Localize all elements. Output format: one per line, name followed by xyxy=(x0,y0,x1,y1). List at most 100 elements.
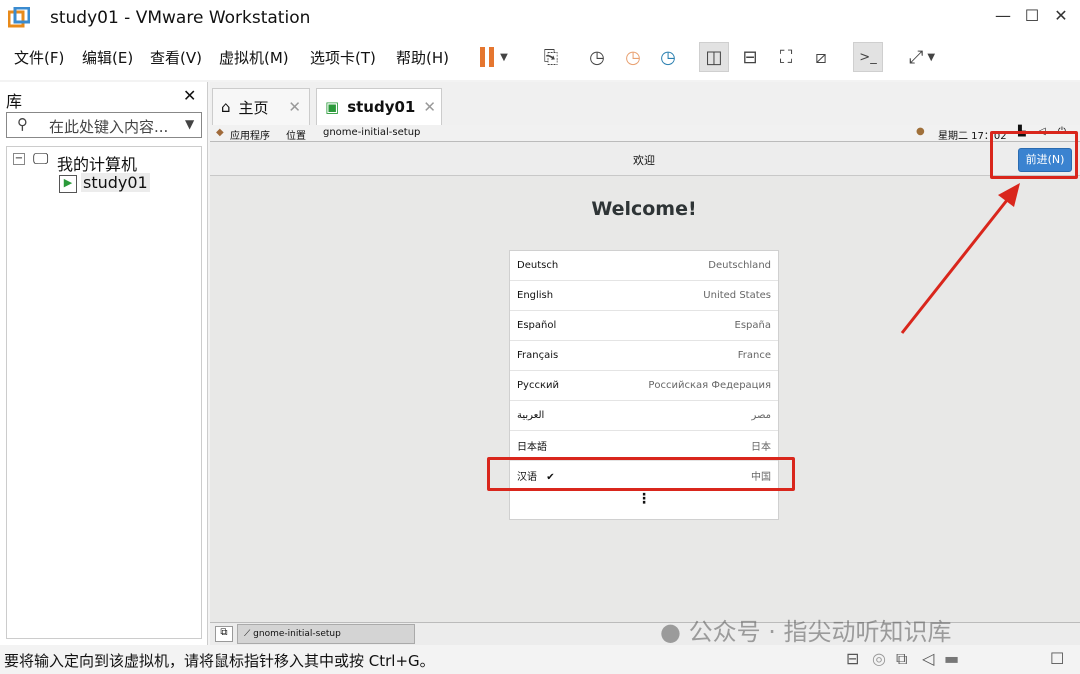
pause-button[interactable]: ▼ xyxy=(472,42,516,72)
chevron-down-icon[interactable]: ▼ xyxy=(185,117,194,131)
terminal-icon: >_ xyxy=(859,49,877,65)
chevron-down-icon: ▼ xyxy=(927,51,936,63)
menu-tabs[interactable]: 选项卡(T) xyxy=(310,47,376,68)
message-icon[interactable]: ☐ xyxy=(1050,649,1064,668)
language-region: Deutschland xyxy=(708,260,771,271)
language-row[interactable]: Deutsch Deutschland xyxy=(510,251,778,281)
tab-close-button[interactable]: ✕ xyxy=(423,98,436,116)
thumbnail-bar-button[interactable]: ⊟ xyxy=(735,42,765,72)
menu-vm[interactable]: 虚拟机(M) xyxy=(219,47,289,68)
search-placeholder: 在此处键入内容... xyxy=(49,118,169,136)
tab-close-button[interactable]: ✕ xyxy=(288,98,301,116)
language-row[interactable]: Español España xyxy=(510,311,778,341)
send-ctrl-alt-del-button[interactable]: ⎘ xyxy=(536,42,566,72)
highlight-box xyxy=(487,457,795,491)
tab-bar: ⌂ 主页 ✕ ▣ study01 ✕ xyxy=(210,82,1080,125)
snapshot-manager-button[interactable]: ◷ xyxy=(653,42,683,72)
computer-icon: 🖵 xyxy=(33,149,49,168)
stretch-button[interactable]: ⤢ ▼ xyxy=(900,42,944,72)
places-menu[interactable]: 位置 xyxy=(286,127,306,142)
watermark-text: 公众号 · 指尖动听知识库 xyxy=(688,618,952,646)
taskbar-item-label: gnome-initial-setup xyxy=(253,629,341,639)
show-desktop-icon[interactable]: ⧉ xyxy=(215,626,233,642)
library-title: 库 xyxy=(6,92,23,111)
language-name: العربية xyxy=(517,410,545,421)
taskbar-item[interactable]: ⟋ gnome-initial-setup xyxy=(237,624,415,644)
language-row[interactable]: English United States xyxy=(510,281,778,311)
hard-disk-icon[interactable]: ⊟ xyxy=(846,649,859,668)
language-name: English xyxy=(517,290,554,301)
vm-console[interactable]: ◆ 应用程序 位置 gnome-initial-setup ● 星期二 17：0… xyxy=(210,125,1080,622)
menu-toolbar: 文件(F) 编辑(E) 查看(V) 虚拟机(M) 选项卡(T) 帮助(H) ▼ … xyxy=(0,36,1080,80)
language-name: Español xyxy=(517,320,557,331)
fullscreen-button[interactable]: ⛶ xyxy=(771,42,801,72)
language-region: 日本 xyxy=(751,442,771,453)
apps-icon: ◆ xyxy=(216,127,224,138)
unity-icon: ⧄ xyxy=(815,46,827,68)
language-region: Российская Федерация xyxy=(648,380,771,391)
thumbnail-icon: ⊟ xyxy=(742,46,758,68)
menu-view[interactable]: 查看(V) xyxy=(150,47,202,68)
menu-edit[interactable]: 编辑(E) xyxy=(82,47,133,68)
library-panel: 库 ✕ ⚲ 在此处键入内容... ▼ − 🖵 我的计算机 ▶ study01 xyxy=(0,82,208,645)
home-icon: ⌂ xyxy=(221,98,231,116)
menu-help[interactable]: 帮助(H) xyxy=(396,47,449,68)
wechat-icon: ● xyxy=(660,618,681,646)
more-languages-button[interactable]: ⋮ xyxy=(510,491,778,507)
language-row[interactable]: Français France xyxy=(510,341,778,371)
usb-icon[interactable]: ▬ xyxy=(944,649,959,668)
status-bar: 要将输入定向到该虚拟机，请将鼠标指针移入其中或按 Ctrl+G。 ⊟ ◎ ⧉ ◁… xyxy=(0,645,1080,674)
unity-button[interactable]: ⧄ xyxy=(806,42,836,72)
fullscreen-icon: ⛶ xyxy=(779,46,793,68)
header-title: 欢迎 xyxy=(633,154,655,167)
pause-icon xyxy=(480,47,495,67)
network-adapter-icon[interactable]: ⧉ xyxy=(896,649,907,669)
tab-label: study01 xyxy=(347,98,416,116)
watermark: ● 公众号 · 指尖动听知识库 xyxy=(660,612,951,647)
language-region: España xyxy=(734,320,771,331)
collapse-toggle[interactable]: − xyxy=(13,153,25,165)
language-name: 日本語 xyxy=(517,442,547,453)
menu-file[interactable]: 文件(F) xyxy=(14,47,64,68)
language-name: Русский xyxy=(517,380,559,391)
app-menu[interactable]: gnome-initial-setup xyxy=(323,127,420,138)
show-library-button[interactable]: ◫ xyxy=(699,42,729,72)
search-icon: ⚲ xyxy=(17,115,28,133)
user-icon: ● xyxy=(916,126,925,137)
clock-add-icon: ◷ xyxy=(589,46,605,68)
welcome-heading: Welcome! xyxy=(591,198,697,220)
library-view-icon: ◫ xyxy=(705,46,723,68)
language-row[interactable]: Русский Российская Федерация xyxy=(510,371,778,401)
tab-study01[interactable]: ▣ study01 ✕ xyxy=(316,88,442,125)
console-view-button[interactable]: >_ xyxy=(853,42,883,72)
tree-item-study01[interactable]: study01 xyxy=(81,173,150,192)
tab-label: 主页 xyxy=(238,98,269,117)
vm-icon: ▣ xyxy=(325,98,340,116)
tab-home[interactable]: ⌂ 主页 ✕ xyxy=(212,88,310,125)
status-message: 要将输入定向到该虚拟机，请将鼠标指针移入其中或按 Ctrl+G。 xyxy=(4,652,435,670)
gnome-top-bar: ◆ 应用程序 位置 gnome-initial-setup ● 星期二 17：0… xyxy=(210,125,1080,142)
library-close-button[interactable]: ✕ xyxy=(183,86,196,105)
window-title: study01 - VMware Workstation xyxy=(50,8,311,28)
cd-icon[interactable]: ◎ xyxy=(872,649,886,668)
language-name: Deutsch xyxy=(517,260,559,271)
clock-revert-icon: ◷ xyxy=(625,46,641,68)
chevron-down-icon: ▼ xyxy=(500,51,508,63)
maximize-button[interactable]: ☐ xyxy=(1017,6,1047,25)
vmware-logo-icon xyxy=(8,7,30,28)
vm-tree: − 🖵 我的计算机 ▶ study01 xyxy=(6,146,202,639)
language-name: Français xyxy=(517,350,559,361)
tree-item-my-computer[interactable]: 我的计算机 xyxy=(57,151,137,175)
app-icon: ⟋ xyxy=(244,629,254,639)
language-row[interactable]: العربية مصر xyxy=(510,401,778,431)
revert-snapshot-button[interactable]: ◷ xyxy=(618,42,648,72)
close-button[interactable]: ✕ xyxy=(1046,6,1076,25)
sound-icon[interactable]: ◁ xyxy=(922,649,934,668)
minimize-button[interactable]: — xyxy=(988,6,1018,25)
library-search-input[interactable]: ⚲ 在此处键入内容... ▼ xyxy=(6,112,202,138)
applications-menu[interactable]: 应用程序 xyxy=(230,127,270,142)
snapshot-button[interactable]: ◷ xyxy=(582,42,612,72)
vm-icon: ▶ xyxy=(59,175,77,193)
highlight-box xyxy=(990,131,1078,179)
language-region: France xyxy=(737,350,771,361)
